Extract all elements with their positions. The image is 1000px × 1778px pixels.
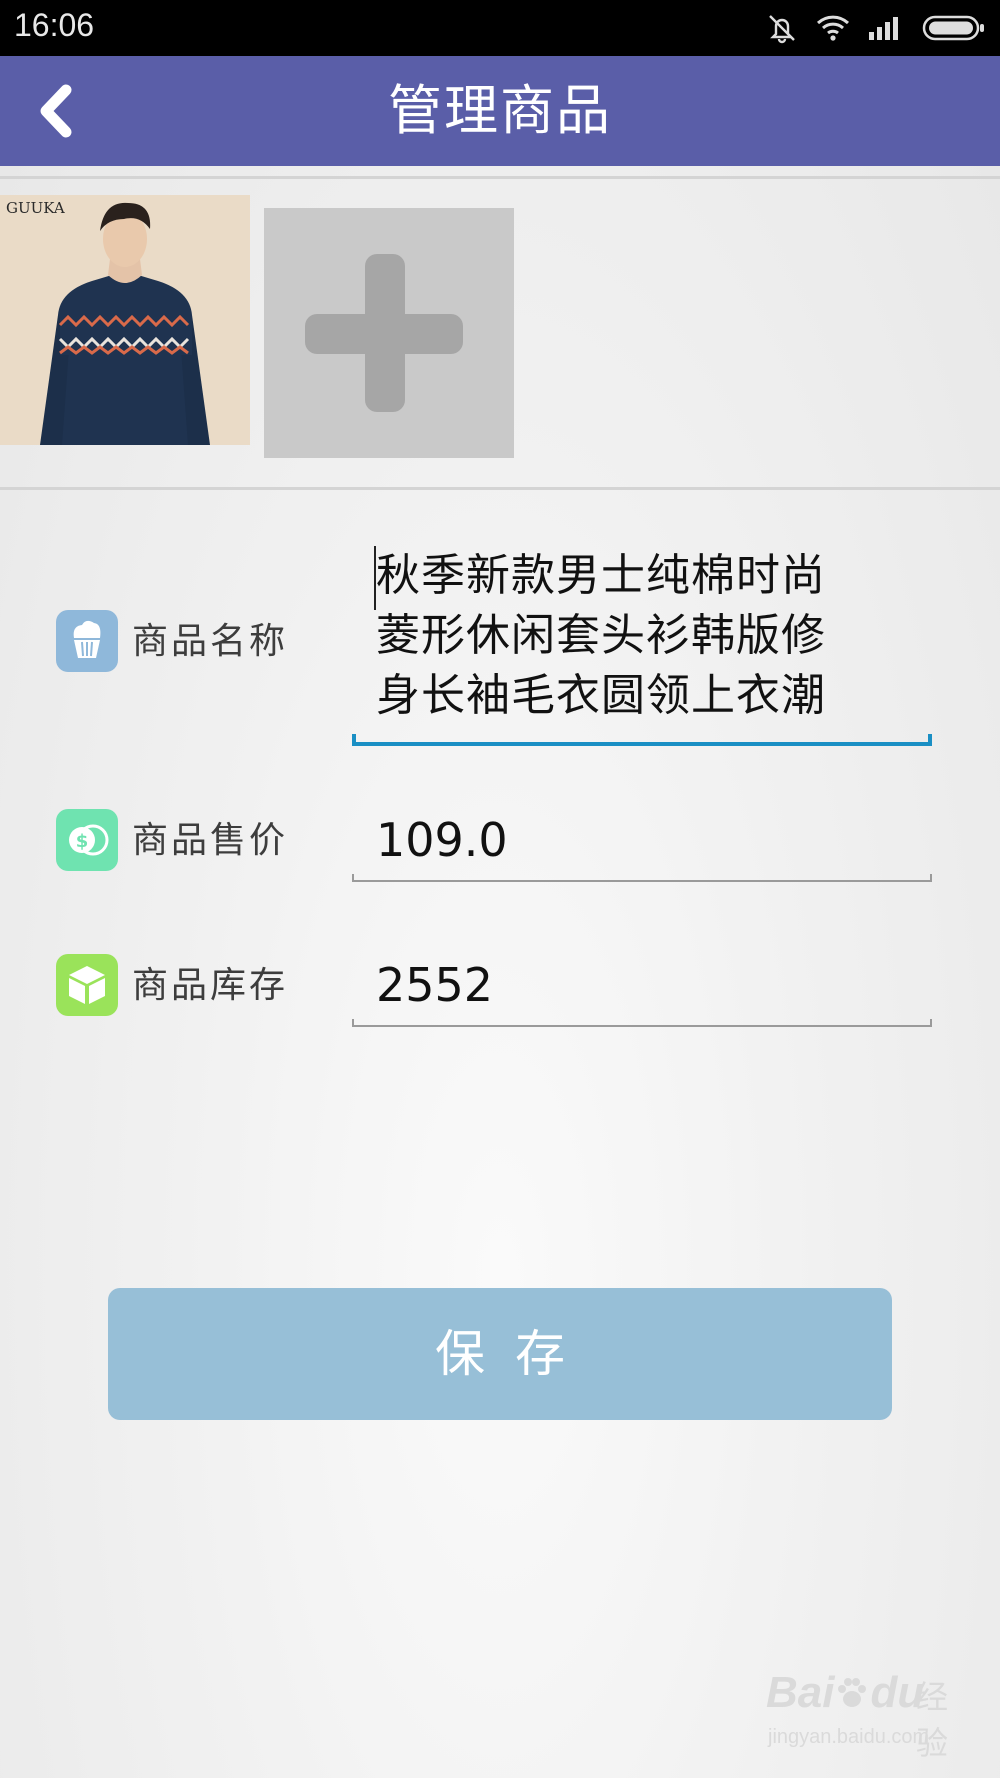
title-bar: 管理商品 (0, 56, 1000, 166)
name-line-2: 菱形休闲套头衫韩版修 (376, 610, 826, 661)
price-value: 109.0 (376, 813, 508, 867)
battery-icon (922, 15, 984, 41)
cupcake-icon (56, 610, 118, 672)
save-button[interactable]: 保存 (108, 1288, 892, 1420)
name-line-3: 身长袖毛衣圆领上衣潮 (376, 670, 826, 721)
watermark-cn: 经验 (916, 1678, 949, 1762)
money-icon: $ (56, 809, 118, 871)
divider (0, 487, 1000, 490)
svg-text:$: $ (76, 831, 89, 852)
baidu-watermark: Bai du 经验 jingyan.baidu.com (766, 1668, 966, 1762)
price-label: 商品售价 (132, 820, 289, 861)
name-line-1: 秋季新款男士纯棉时尚 (376, 550, 826, 601)
wifi-icon (816, 15, 850, 41)
price-field[interactable]: 109.0 (352, 810, 932, 882)
name-label: 商品名称 (132, 621, 289, 662)
signal-icon (869, 17, 898, 40)
add-photo-button[interactable] (264, 208, 514, 458)
product-photo[interactable]: GUUKA (0, 195, 250, 445)
watermark-brand: Bai du (766, 1668, 925, 1717)
watermark-url: jingyan.baidu.com (768, 1726, 930, 1748)
stock-field[interactable]: 2552 (352, 955, 932, 1027)
box-icon (56, 954, 118, 1016)
mute-icon (769, 15, 795, 44)
price-field-underline (352, 874, 932, 882)
divider (0, 176, 1000, 179)
paw-icon (838, 1678, 867, 1707)
status-time: 16:06 (14, 7, 95, 43)
stock-label: 商品库存 (132, 965, 289, 1006)
stock-field-underline (352, 1019, 932, 1027)
brand-logo: GUUKA (6, 199, 65, 217)
name-field[interactable]: 秋季新款男士纯棉时尚 菱形休闲套头衫韩版修 身长袖毛衣圆领上衣潮 (352, 546, 932, 746)
name-field-underline (352, 734, 932, 746)
stock-value: 2552 (376, 958, 494, 1012)
page-title: 管理商品 (388, 79, 612, 142)
status-bar: 16:06 (0, 0, 1000, 56)
product-photo-image: GUUKA (0, 195, 250, 445)
